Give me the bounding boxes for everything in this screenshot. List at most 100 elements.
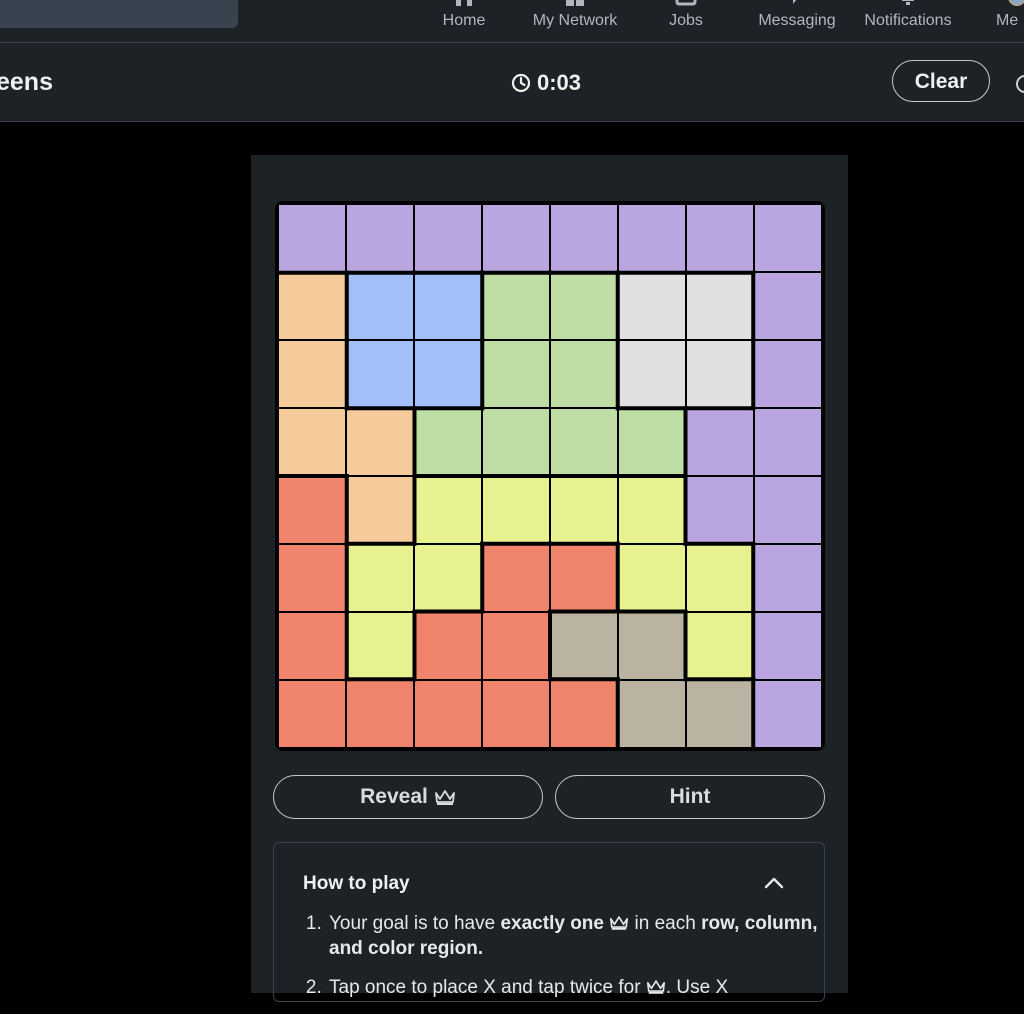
board-cell[interactable]: [687, 341, 753, 407]
nav-me-label: Me: [996, 12, 1019, 29]
game-title: eens: [0, 68, 53, 96]
board-cell[interactable]: [687, 477, 753, 543]
board-cell[interactable]: [619, 613, 685, 679]
bell-icon: [896, 0, 920, 6]
board-cell[interactable]: [755, 681, 821, 747]
chevron-up-icon[interactable]: [762, 873, 786, 893]
search-box[interactable]: [0, 0, 238, 28]
board-cell[interactable]: [551, 545, 617, 611]
nav-messaging-label: Messaging: [758, 12, 836, 29]
step1-text-b: exactly one: [500, 913, 604, 934]
board-cell[interactable]: [415, 681, 481, 747]
board-cell[interactable]: [551, 613, 617, 679]
step1-text-c: in each: [629, 913, 702, 934]
board-cell[interactable]: [279, 205, 345, 271]
board-cell[interactable]: [415, 613, 481, 679]
board-cell[interactable]: [347, 409, 413, 475]
board-cell[interactable]: [551, 205, 617, 271]
board-cell[interactable]: [347, 613, 413, 679]
board-cell[interactable]: [551, 681, 617, 747]
top-nav: Home My Network Jobs Messaging Notificat…: [0, 0, 1024, 43]
action-buttons: Reveal Hint: [273, 775, 826, 821]
board-cell[interactable]: [483, 273, 549, 339]
board-cell[interactable]: [687, 205, 753, 271]
avatar: [1008, 0, 1024, 6]
board-cell[interactable]: [415, 409, 481, 475]
board-cell[interactable]: [279, 477, 345, 543]
board-cell[interactable]: [619, 273, 685, 339]
board-cell[interactable]: [347, 477, 413, 543]
network-icon: [563, 0, 587, 6]
board-cell[interactable]: [483, 545, 549, 611]
nav-me[interactable]: Me: [990, 0, 1024, 42]
board-cell[interactable]: [551, 477, 617, 543]
board-cell[interactable]: [347, 545, 413, 611]
board-cell[interactable]: [483, 613, 549, 679]
board-cell[interactable]: [279, 613, 345, 679]
board-cell[interactable]: [483, 409, 549, 475]
board-cell[interactable]: [687, 545, 753, 611]
board-cell[interactable]: [687, 409, 753, 475]
board-cell[interactable]: [415, 545, 481, 611]
board-cell[interactable]: [279, 341, 345, 407]
board-cell[interactable]: [551, 409, 617, 475]
crown-icon: [434, 790, 455, 805]
reveal-button[interactable]: Reveal: [273, 775, 543, 819]
board-cell[interactable]: [347, 205, 413, 271]
board-cell[interactable]: [755, 613, 821, 679]
board-cell[interactable]: [483, 341, 549, 407]
board-cell[interactable]: [279, 545, 345, 611]
clear-button[interactable]: Clear: [892, 60, 990, 102]
nav-home[interactable]: Home: [430, 0, 498, 42]
queens-board: [275, 201, 825, 751]
nav-jobs[interactable]: Jobs: [658, 0, 714, 42]
messaging-icon: [785, 0, 809, 6]
board-cell[interactable]: [279, 273, 345, 339]
board-cell[interactable]: [415, 205, 481, 271]
board-cell[interactable]: [415, 341, 481, 407]
board-cell[interactable]: [755, 273, 821, 339]
settings-icon[interactable]: [1016, 75, 1024, 93]
board-cell[interactable]: [415, 273, 481, 339]
board-cell[interactable]: [483, 477, 549, 543]
step2-text-a: Tap once to place X and tap twice for: [329, 977, 641, 998]
board-cell[interactable]: [755, 409, 821, 475]
board-cell[interactable]: [619, 477, 685, 543]
board-cell[interactable]: [687, 613, 753, 679]
board-cell[interactable]: [755, 341, 821, 407]
nav-my-network[interactable]: My Network: [522, 0, 628, 42]
board-cell[interactable]: [347, 681, 413, 747]
board-cell[interactable]: [755, 477, 821, 543]
board-cell[interactable]: [551, 341, 617, 407]
board-cell[interactable]: [279, 681, 345, 747]
nav-notifications-label: Notifications: [864, 12, 952, 29]
board-cell[interactable]: [755, 205, 821, 271]
board-cell[interactable]: [551, 273, 617, 339]
timer-value: 0:03: [537, 70, 582, 95]
board-cell[interactable]: [619, 545, 685, 611]
board-cell[interactable]: [347, 341, 413, 407]
jobs-icon: [674, 0, 698, 6]
board-cell[interactable]: [483, 681, 549, 747]
how-to-play-title: How to play: [303, 873, 410, 894]
board-cell[interactable]: [347, 273, 413, 339]
board-cell[interactable]: [415, 477, 481, 543]
game-timer: 0:03: [511, 70, 581, 96]
board-cell[interactable]: [619, 681, 685, 747]
board-cell[interactable]: [483, 205, 549, 271]
board-grid: [279, 205, 821, 747]
board-cell[interactable]: [755, 545, 821, 611]
board-cell[interactable]: [619, 205, 685, 271]
board-cell[interactable]: [279, 409, 345, 475]
hint-button[interactable]: Hint: [555, 775, 825, 819]
nav-messaging[interactable]: Messaging: [752, 0, 842, 42]
board-cell[interactable]: [687, 273, 753, 339]
crown-icon: [646, 980, 665, 994]
clock-icon: [511, 73, 531, 93]
game-header: eens 0:03 Clear: [0, 43, 1024, 122]
nav-my-network-label: My Network: [532, 12, 618, 29]
board-cell[interactable]: [619, 341, 685, 407]
board-cell[interactable]: [687, 681, 753, 747]
nav-notifications[interactable]: Notifications: [856, 0, 960, 42]
board-cell[interactable]: [619, 409, 685, 475]
